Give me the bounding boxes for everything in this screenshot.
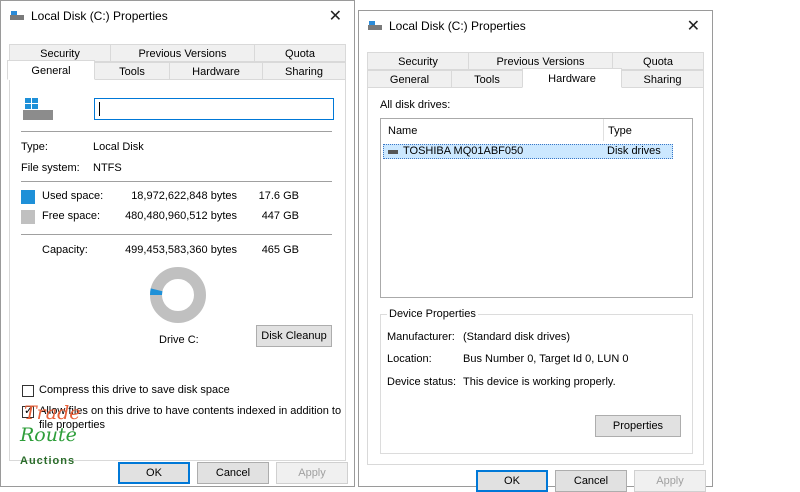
tab-security[interactable]: Security — [367, 52, 469, 70]
used-space-gb: 17.6 GB — [258, 190, 299, 202]
index-label-line1: Allow files on this drive to have conten… — [39, 405, 342, 417]
watermark-logo-route: Route — [20, 424, 77, 446]
compress-label: Compress this drive to save disk space — [39, 384, 230, 396]
disk-usage-donut — [150, 267, 206, 323]
tab-tools[interactable]: Tools — [451, 70, 523, 88]
cancel-button[interactable]: Cancel — [197, 462, 269, 484]
tab-general[interactable]: General — [7, 60, 95, 80]
tab-previous-versions[interactable]: Previous Versions — [110, 44, 255, 62]
type-value: Local Disk — [93, 141, 144, 153]
watermark-logo-auctions: Auctions — [20, 455, 76, 467]
location-value: Bus Number 0, Target Id 0, LUN 0 — [463, 353, 629, 365]
window-title: Local Disk (C:) Properties — [389, 19, 526, 33]
apply-button[interactable]: Apply — [634, 470, 706, 492]
type-label: Type: — [21, 141, 48, 153]
device-properties-label: Device Properties — [387, 308, 478, 320]
all-disk-drives-label: All disk drives: — [380, 99, 451, 111]
drive-type: Disk drives — [607, 145, 661, 157]
tab-quota[interactable]: Quota — [612, 52, 704, 70]
text-cursor — [99, 102, 100, 116]
tab-hardware[interactable]: Hardware — [169, 62, 263, 80]
tab-tools[interactable]: Tools — [94, 62, 170, 80]
drive-name: TOSHIBA MQ01ABF050 — [403, 145, 524, 157]
device-status-value: This device is working properly. — [463, 376, 616, 388]
free-space-swatch — [21, 210, 35, 224]
properties-dialog-hardware: Local Disk (C:) Properties ✕ Security Pr… — [358, 10, 713, 492]
close-icon[interactable]: ✕ — [687, 16, 700, 36]
divider — [21, 234, 332, 235]
properties-button[interactable]: Properties — [595, 415, 681, 437]
free-space-bytes: 480,480,960,512 bytes — [125, 210, 237, 222]
table-row[interactable]: TOSHIBA MQ01ABF050 Disk drives — [383, 144, 673, 159]
file-system-value: NTFS — [93, 162, 122, 174]
used-space-swatch — [21, 190, 35, 204]
used-space-bytes: 18,972,622,848 bytes — [131, 190, 237, 202]
disk-cleanup-button[interactable]: Disk Cleanup — [256, 325, 332, 347]
ok-button[interactable]: OK — [476, 470, 548, 492]
tab-general[interactable]: General — [367, 70, 452, 88]
hard-drive-icon — [388, 150, 398, 154]
tab-hardware[interactable]: Hardware — [522, 68, 622, 88]
divider — [21, 181, 332, 182]
volume-name-input[interactable] — [94, 98, 334, 120]
column-header-type[interactable]: Type — [608, 125, 632, 137]
used-space-label: Used space: — [42, 190, 104, 202]
title-bar: Local Disk (C:) Properties ✕ — [359, 11, 712, 41]
tab-sharing[interactable]: Sharing — [621, 70, 704, 88]
drive-label: Drive C: — [159, 334, 199, 346]
compress-checkbox[interactable] — [22, 385, 34, 397]
window-title: Local Disk (C:) Properties — [31, 9, 168, 23]
free-arc — [150, 267, 206, 323]
file-system-label: File system: — [21, 162, 80, 174]
manufacturer-label: Manufacturer: — [387, 331, 455, 343]
device-status-label: Device status: — [387, 376, 457, 388]
capacity-label: Capacity: — [42, 244, 88, 256]
close-icon[interactable]: ✕ — [329, 6, 342, 26]
tab-quota[interactable]: Quota — [254, 44, 346, 62]
column-divider — [603, 119, 604, 141]
tab-sharing[interactable]: Sharing — [262, 62, 346, 80]
column-header-name[interactable]: Name — [388, 125, 417, 137]
drive-large-icon — [23, 98, 53, 120]
apply-button[interactable]: Apply — [276, 462, 348, 484]
free-space-gb: 447 GB — [261, 210, 299, 222]
watermark-logo-trade: Trade — [24, 402, 81, 424]
location-label: Location: — [387, 353, 432, 365]
title-bar: Local Disk (C:) Properties ✕ — [1, 1, 354, 31]
drive-icon — [368, 21, 382, 30]
drive-icon — [10, 11, 24, 20]
cancel-button[interactable]: Cancel — [555, 470, 627, 492]
free-space-label: Free space: — [42, 210, 101, 222]
divider — [21, 131, 332, 132]
manufacturer-value: (Standard disk drives) — [463, 331, 570, 343]
disk-drives-list[interactable]: Name Type TOSHIBA MQ01ABF050 Disk drives — [380, 118, 693, 298]
capacity-bytes: 499,453,583,360 bytes — [125, 244, 237, 256]
capacity-gb: 465 GB — [261, 244, 299, 256]
ok-button[interactable]: OK — [118, 462, 190, 484]
